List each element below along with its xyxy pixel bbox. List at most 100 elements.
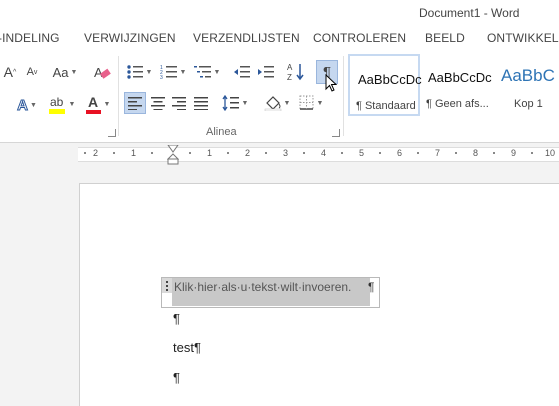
ruler-tick <box>379 152 381 154</box>
styles-gallery: AaBbCcDc ¶ Standaard AaBbCcDc ¶ Geen afs… <box>348 54 559 116</box>
paragraph-mark-line: ¶ <box>173 311 180 326</box>
ruler-number: 9 <box>511 148 517 158</box>
text-effects-button[interactable]: A ▼ <box>14 94 40 116</box>
svg-text:ab: ab <box>50 95 64 109</box>
ruler-number: 1 <box>207 148 213 158</box>
ruler-tick <box>151 152 153 154</box>
window-title: Document1 - Word <box>419 6 520 20</box>
chevron-down-icon: ▼ <box>29 101 37 109</box>
multilevel-list-icon <box>193 66 211 78</box>
shading-button[interactable]: ▼ <box>262 92 292 114</box>
chevron-down-icon: ▼ <box>241 99 249 107</box>
content-control-pilcrow: ¶ <box>368 280 375 294</box>
ruler-number: 10 <box>545 148 556 158</box>
font-color-button[interactable]: A ▼ <box>82 92 112 116</box>
ruler-tick <box>265 152 267 154</box>
ruler-number: 1 <box>131 148 137 158</box>
ruler-tick <box>303 152 305 154</box>
chevron-down-icon: ▼ <box>283 99 291 107</box>
shrink-font-label: A <box>26 66 34 78</box>
paragraph-group-launcher[interactable] <box>332 129 340 137</box>
indent-marker-icon[interactable] <box>167 145 179 165</box>
ruler-number: 6 <box>397 148 403 158</box>
font-group-launcher[interactable] <box>108 129 116 137</box>
ruler-number: 2 <box>93 148 99 158</box>
ruler-band <box>78 147 559 162</box>
shrink-font-button[interactable]: Av <box>24 62 40 82</box>
grow-font-button[interactable]: A ^ <box>2 62 18 82</box>
svg-text:A: A <box>287 63 293 72</box>
ruler-tick <box>493 152 495 154</box>
numbered-list-icon: 123 <box>160 65 177 80</box>
change-case-button[interactable]: Aa ▼ <box>50 62 80 82</box>
style-standaard[interactable]: AaBbCcDc ¶ Standaard <box>348 54 422 116</box>
style-geen-afstand[interactable]: AaBbCcDc ¶ Geen afs... <box>422 54 494 116</box>
highlight-color-button[interactable]: ab ▼ <box>46 92 76 116</box>
style-name: Kop 1 <box>514 98 543 110</box>
tab-indeling[interactable]: -INDELING <box>0 31 60 45</box>
ruler-number: 4 <box>321 148 327 158</box>
content-control-handle[interactable] <box>162 278 172 293</box>
justify-icon <box>194 97 208 110</box>
highlighter-icon: ab <box>48 95 65 114</box>
drag-handle-icon <box>166 281 168 291</box>
paragraph-mark-line: ¶ <box>173 370 180 385</box>
tab-verzendlijsten[interactable]: VERZENDLIJSTEN <box>193 31 300 45</box>
multilevel-list-button[interactable]: ▼ <box>192 62 222 82</box>
chevron-down-icon: ▼ <box>179 68 187 76</box>
sort-button[interactable]: AZ <box>286 60 306 84</box>
tab-ontwikkelaars[interactable]: ONTWIKKELA <box>487 31 559 45</box>
align-left-icon <box>128 97 142 110</box>
bullet-list-icon <box>126 65 143 79</box>
borders-button[interactable]: ▼ <box>296 92 326 114</box>
grow-font-label: A <box>3 64 14 80</box>
ruler-number: 3 <box>283 148 289 158</box>
align-right-icon <box>172 97 186 110</box>
chevron-down-icon: ▼ <box>68 100 76 108</box>
increase-indent-icon <box>258 66 274 78</box>
ruler-tick <box>341 152 343 154</box>
align-right-button[interactable] <box>168 92 190 114</box>
change-case-label: Aa <box>52 64 69 80</box>
line-spacing-icon <box>221 95 239 111</box>
style-kop-1[interactable]: AaBbC Kop 1 <box>496 54 559 116</box>
ruler-tick <box>455 152 457 154</box>
ruler-tick <box>417 152 419 154</box>
chevron-down-icon: ▼ <box>103 100 111 108</box>
chevron-down-icon: ▼ <box>316 99 324 107</box>
style-preview: AaBbCcDc <box>428 70 492 85</box>
ruler-tick <box>189 152 191 154</box>
content-control[interactable]: Klik·hier·als·u·tekst·wilt·invoeren. ¶ <box>161 277 380 308</box>
borders-icon <box>299 95 314 110</box>
ruler-number: 8 <box>473 148 479 158</box>
decrease-indent-icon <box>234 66 250 78</box>
tab-beeld[interactable]: BEELD <box>425 31 465 45</box>
clear-formatting-button[interactable]: A <box>92 62 112 82</box>
bullets-button[interactable]: ▼ <box>124 62 154 82</box>
document-text-line: test¶ <box>173 340 201 355</box>
ruler-tick <box>84 152 86 154</box>
increase-indent-button[interactable] <box>256 62 276 82</box>
style-preview: AaBbC <box>501 66 555 85</box>
tab-verwijzingen[interactable]: VERWIJZINGEN <box>84 31 176 45</box>
ribbon-tabs: -INDELING VERWIJZINGEN VERZENDLIJSTEN CO… <box>0 26 559 50</box>
chevron-down-icon: ▼ <box>70 68 78 76</box>
paint-bucket-icon <box>264 96 281 111</box>
numbering-button[interactable]: 1 2 3 ▼ <box>158 62 188 82</box>
mouse-cursor-icon <box>325 74 338 92</box>
justify-button[interactable] <box>190 92 212 114</box>
line-spacing-button[interactable]: ▼ <box>220 92 250 114</box>
ruler-number: 2 <box>245 148 251 158</box>
svg-text:A: A <box>94 65 103 80</box>
title-bar: Document1 - Word <box>0 0 559 26</box>
chevron-down-icon: ▼ <box>145 68 153 76</box>
decrease-indent-button[interactable] <box>232 62 252 82</box>
font-color-icon: A <box>85 94 101 114</box>
ruler-tick <box>531 152 533 154</box>
sort-icon: AZ <box>287 63 304 82</box>
horizontal-ruler[interactable]: 2 1 1 2 3 4 5 6 7 8 9 10 <box>0 143 559 165</box>
align-left-button[interactable] <box>124 92 146 114</box>
align-center-button[interactable] <box>147 92 169 114</box>
group-separator <box>343 56 344 136</box>
tab-controleren[interactable]: CONTROLEREN <box>313 31 406 45</box>
